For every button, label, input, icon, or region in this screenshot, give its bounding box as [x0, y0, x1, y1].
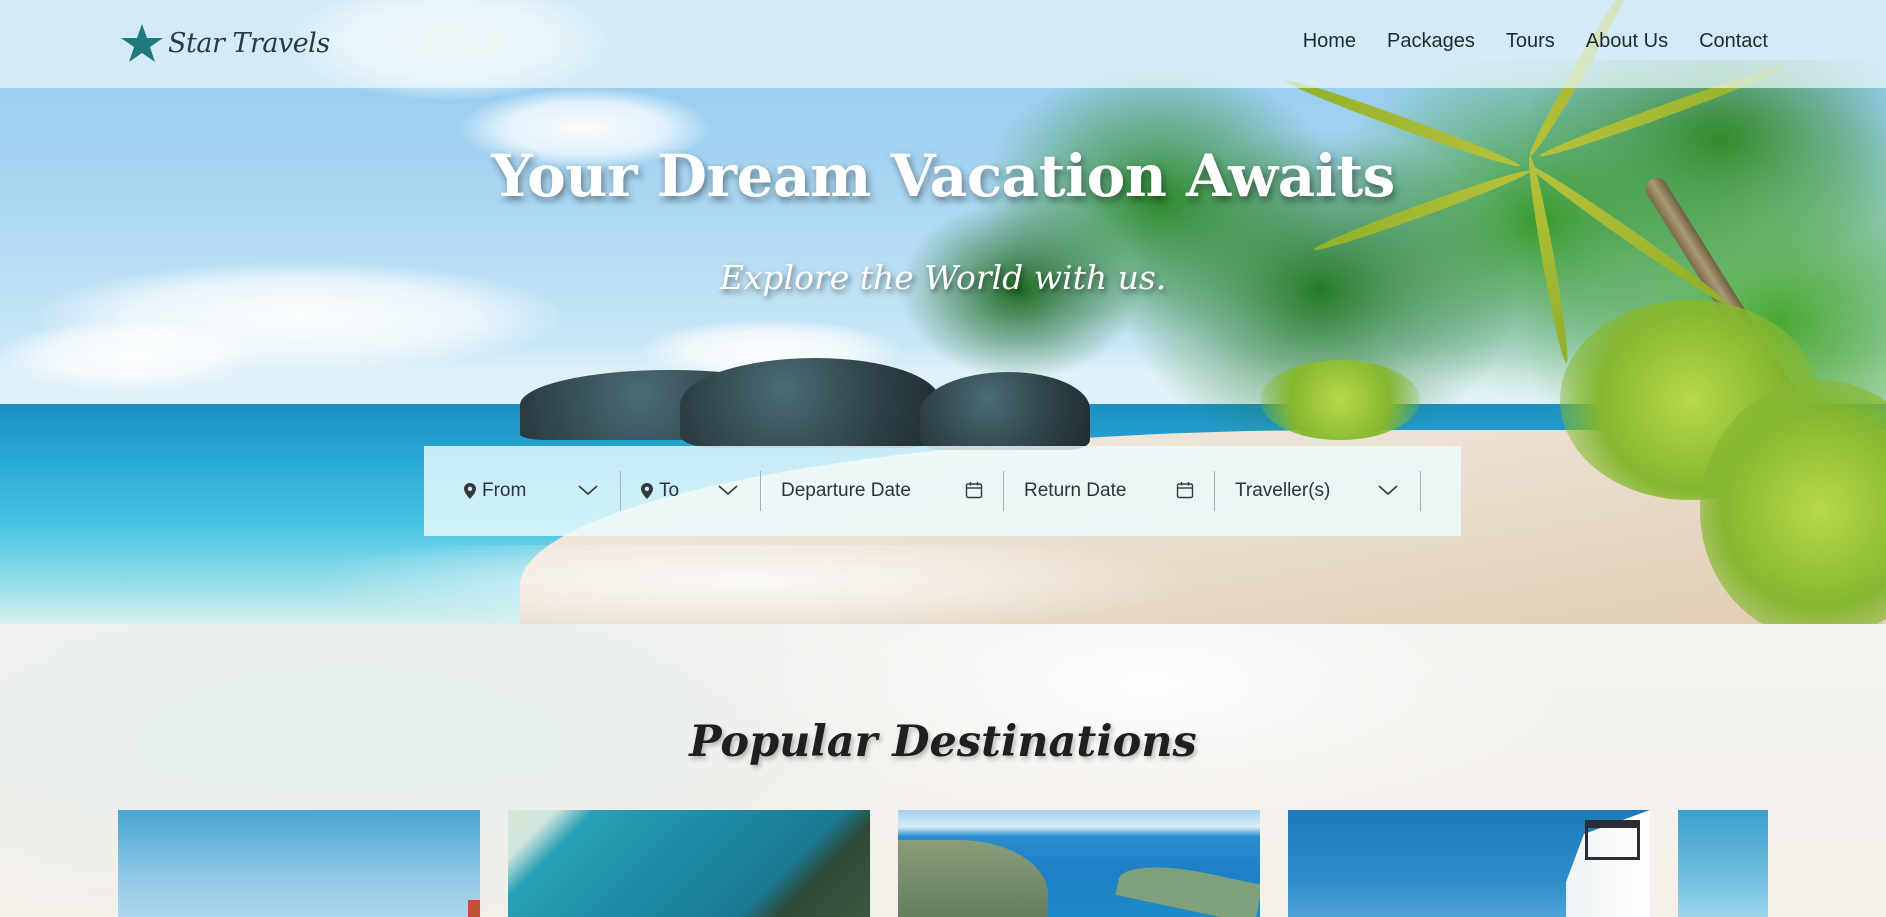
travellers-select[interactable]: Traveller(s) [1215, 471, 1421, 511]
map-pin-icon [464, 483, 476, 499]
destination-card[interactable] [898, 810, 1260, 917]
from-label: From [482, 480, 527, 501]
cloud [0, 320, 260, 390]
destination-card[interactable] [1678, 810, 1768, 917]
brand-name: Star Travels [168, 27, 330, 59]
departure-date-label: Departure Date [781, 480, 911, 501]
destination-image-detail [1115, 855, 1260, 917]
chevron-down-icon [718, 485, 738, 496]
logo[interactable]: Star Travels [118, 22, 330, 64]
hero-subtitle: Explore the World with us. [719, 258, 1167, 297]
popular-destinations-title: Popular Destinations [689, 717, 1197, 767]
destination-image-detail [1585, 820, 1640, 860]
to-select[interactable]: To [621, 471, 761, 511]
sea-foam [300, 545, 1200, 624]
bush [1260, 360, 1420, 440]
hero-title: Your Dream Vacation Awaits [491, 142, 1395, 210]
map-pin-icon [641, 483, 653, 499]
destination-image-detail [468, 900, 480, 917]
destination-card[interactable] [1288, 810, 1650, 917]
nav-about-us[interactable]: About Us [1586, 30, 1668, 53]
star-icon [121, 24, 163, 62]
destination-card[interactable] [508, 810, 870, 917]
travellers-label: Traveller(s) [1235, 480, 1331, 501]
navbar: Star Travels Home Packages Tours About U… [0, 0, 1886, 88]
calendar-icon [965, 482, 983, 499]
main-nav: Home Packages Tours About Us Contact [1303, 30, 1768, 53]
chevron-down-icon [578, 485, 598, 496]
return-date-input[interactable]: Return Date [1004, 471, 1215, 511]
destination-image-detail [898, 840, 1048, 917]
destination-card[interactable] [118, 810, 480, 917]
nav-packages[interactable]: Packages [1387, 30, 1475, 53]
to-label: To [659, 480, 680, 501]
return-date-label: Return Date [1024, 480, 1127, 501]
chevron-down-icon [1378, 485, 1398, 496]
nav-tours[interactable]: Tours [1506, 30, 1555, 53]
departure-date-input[interactable]: Departure Date [761, 471, 1004, 511]
rock [680, 358, 940, 448]
trip-search-bar: From To Departure Date Return Date Trave… [424, 446, 1461, 536]
destination-carousel [118, 810, 1768, 917]
from-select[interactable]: From [464, 471, 621, 511]
calendar-icon [1176, 482, 1194, 499]
nav-contact[interactable]: Contact [1699, 30, 1768, 53]
rock [920, 372, 1090, 450]
nav-home[interactable]: Home [1303, 30, 1356, 53]
